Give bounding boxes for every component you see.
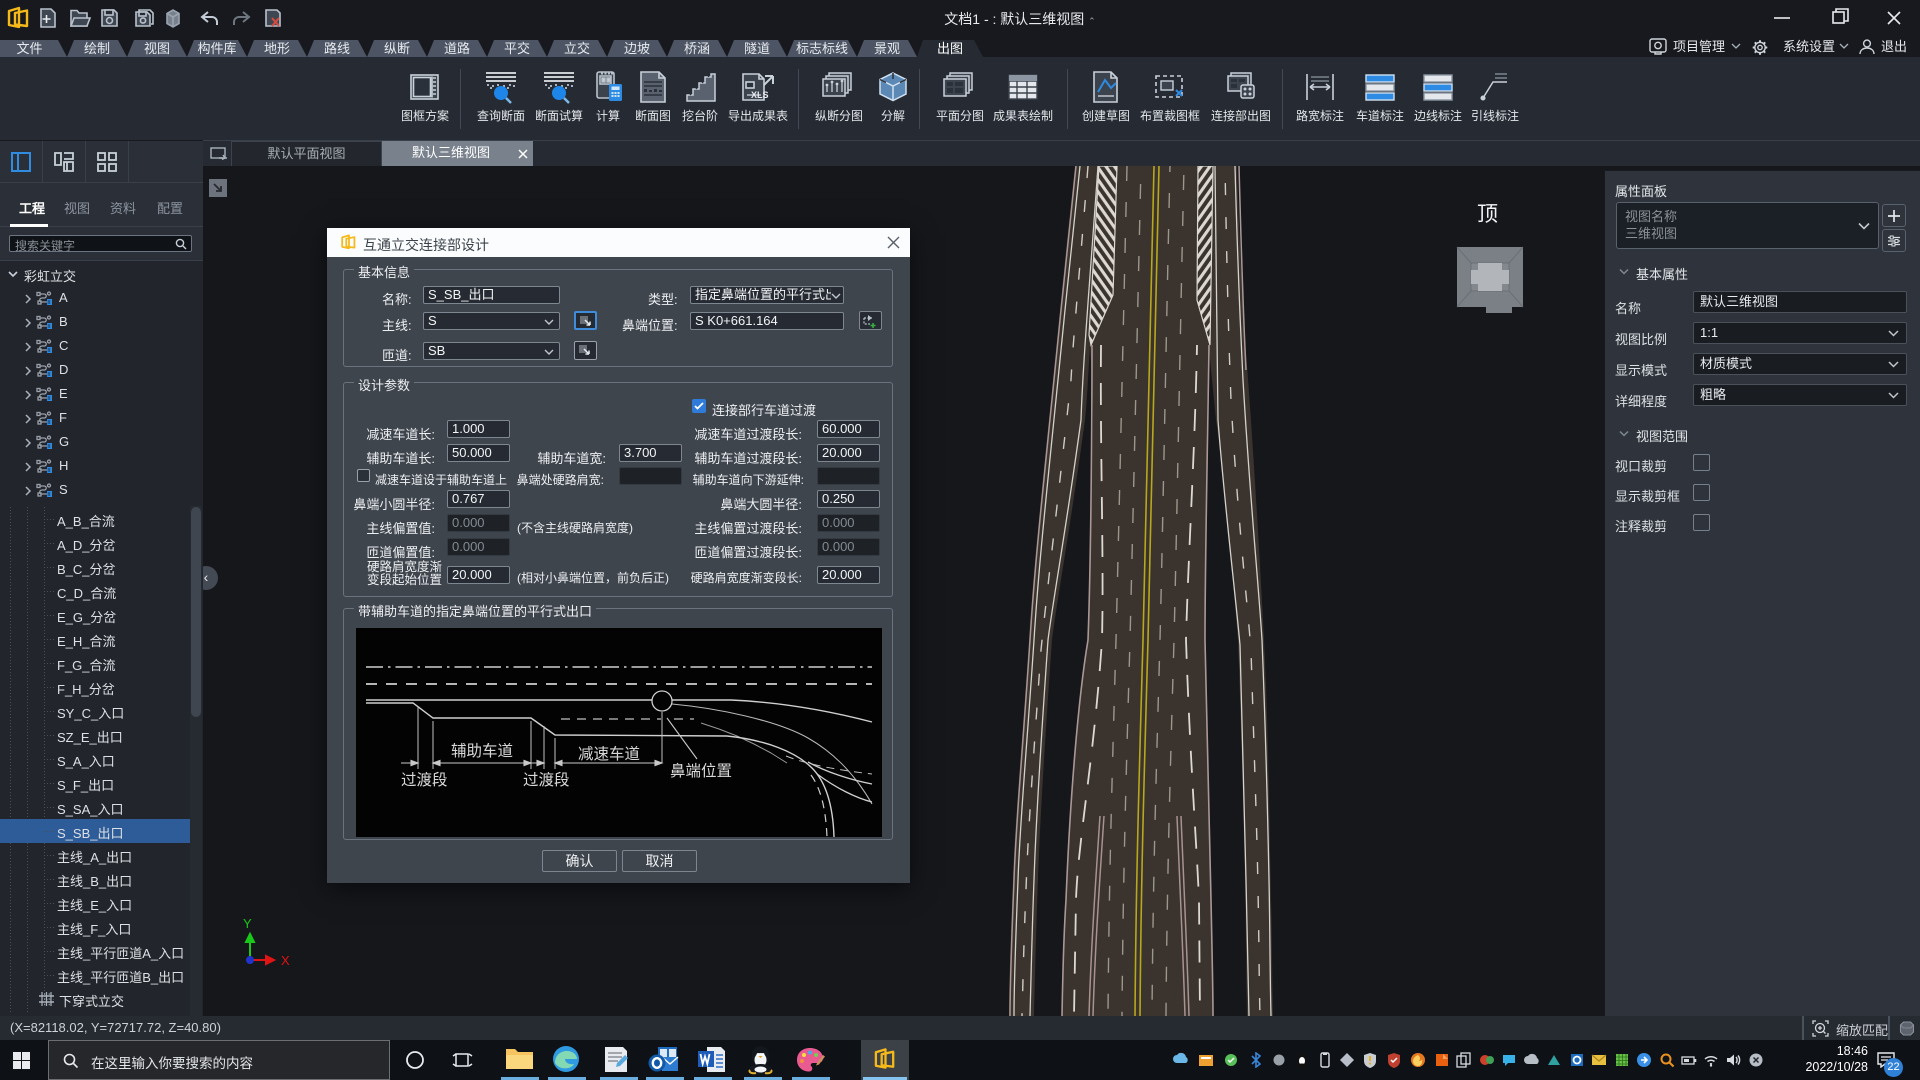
svg-text:减速车道: 减速车道	[578, 745, 640, 763]
svg-text:Y: Y	[243, 918, 252, 931]
svg-text:退出: 退出	[1881, 39, 1907, 54]
svg-text:系统设置: 系统设置	[1783, 39, 1835, 54]
svg-text:项目管理: 项目管理	[1673, 39, 1725, 54]
svg-text:X: X	[281, 953, 290, 968]
svg-text:XLS: XLS	[751, 90, 769, 100]
svg-text:辅助车道: 辅助车道	[451, 742, 513, 760]
svg-text:鼻端位置: 鼻端位置	[670, 762, 732, 780]
svg-text:过渡段: 过渡段	[401, 771, 448, 789]
svg-text:过渡段: 过渡段	[523, 771, 570, 789]
